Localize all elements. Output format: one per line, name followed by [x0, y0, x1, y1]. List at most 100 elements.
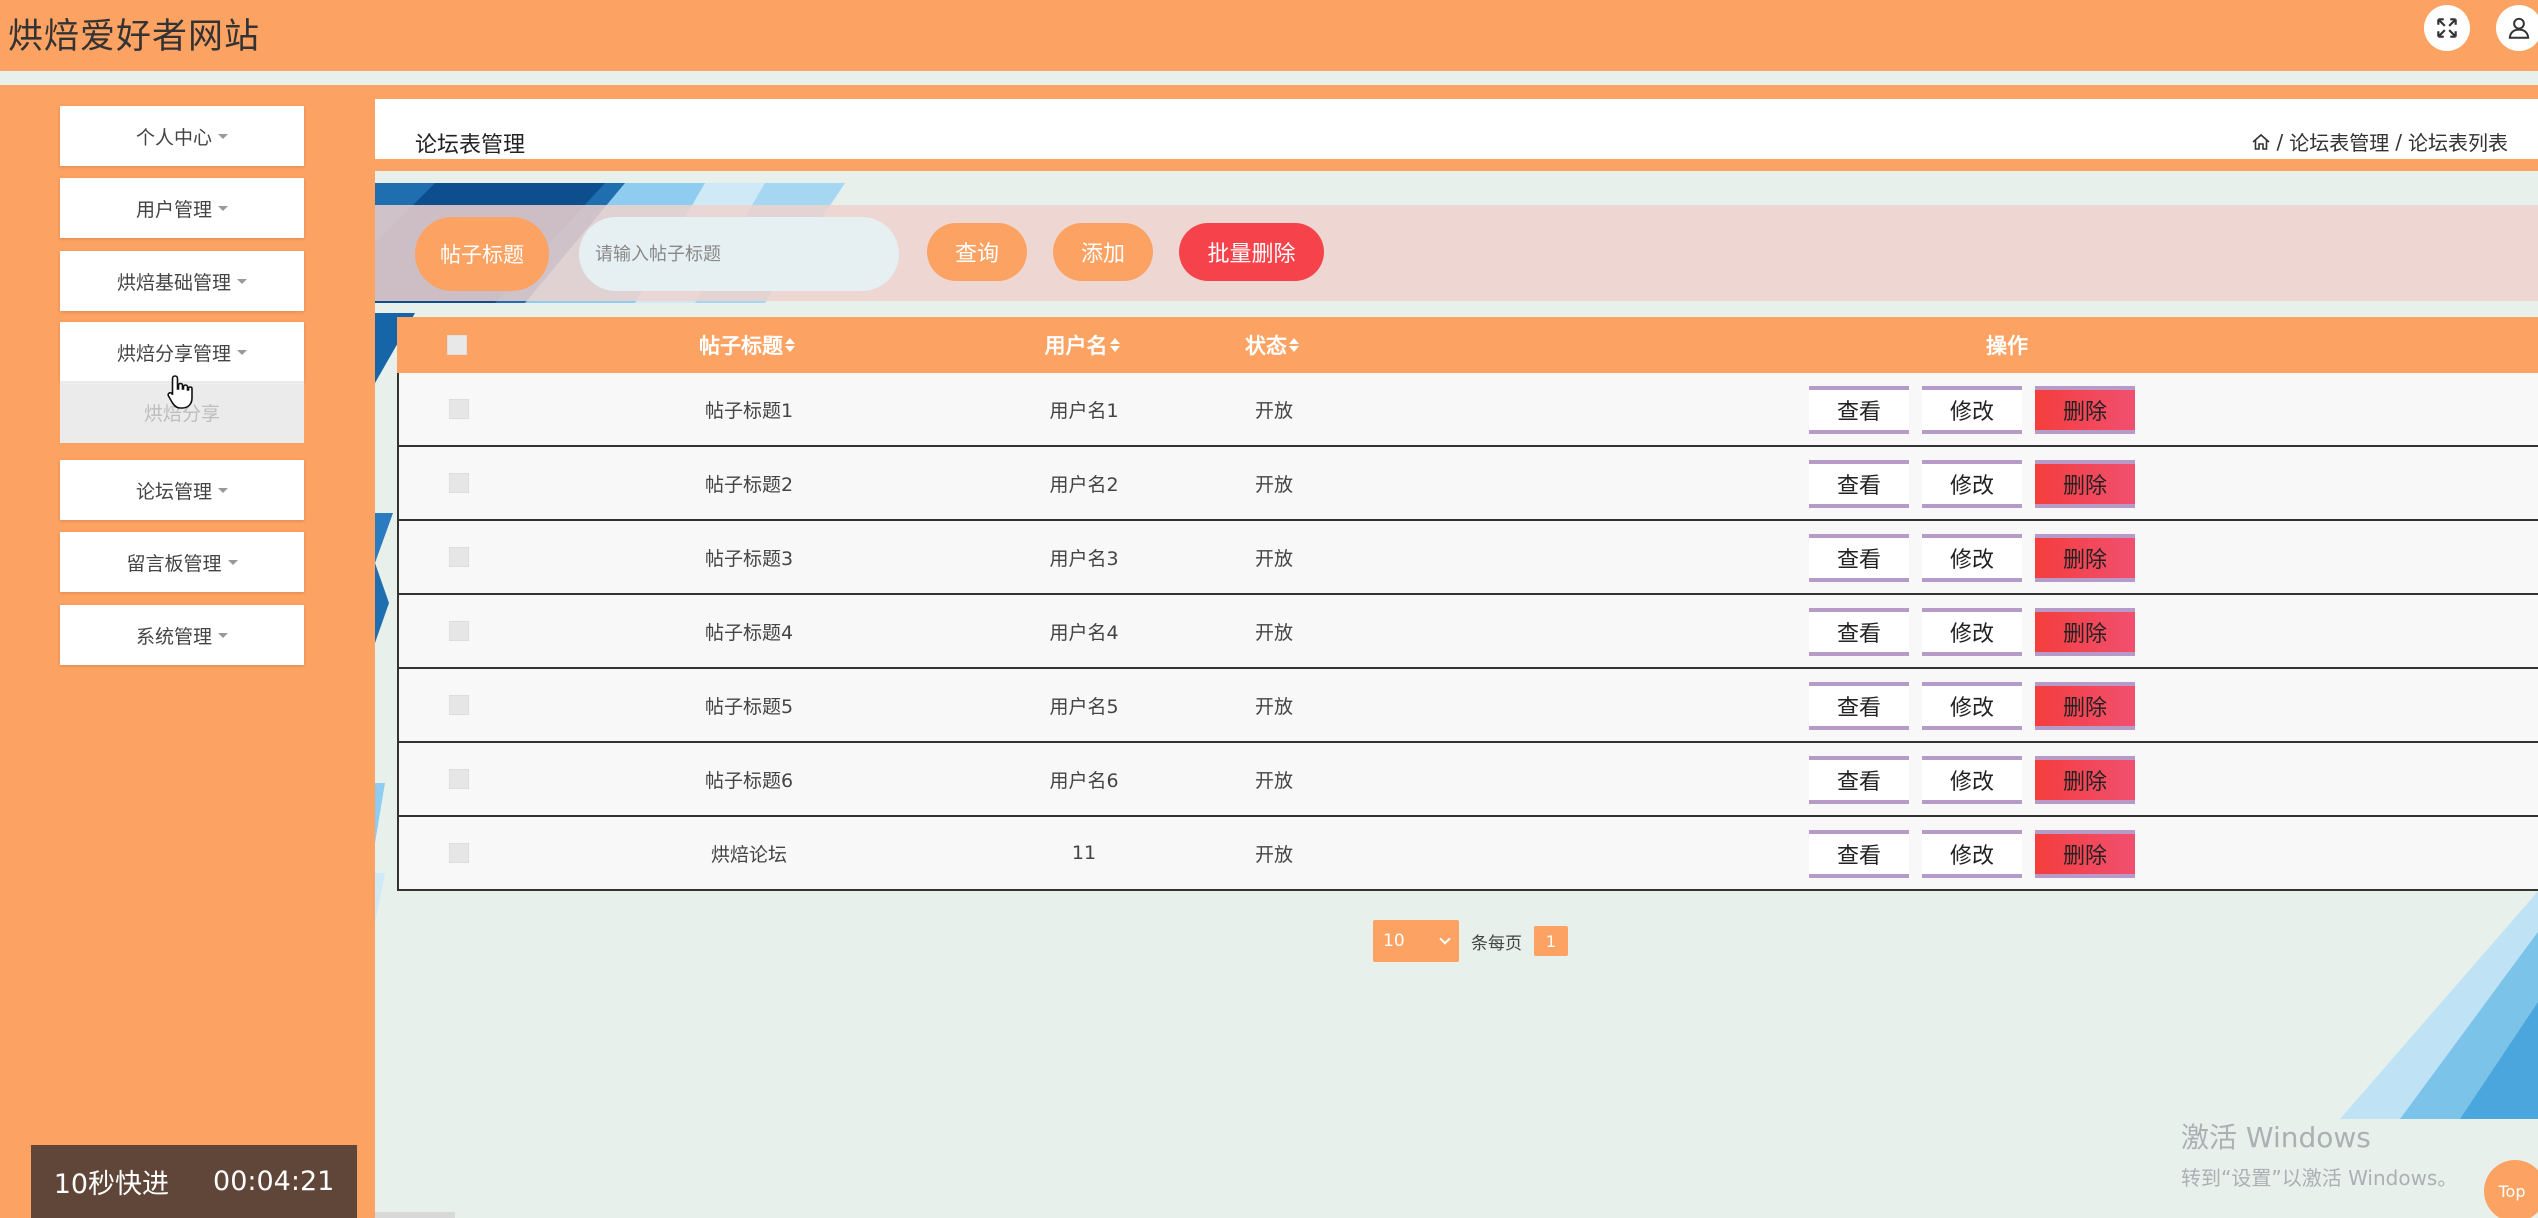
user-button[interactable] — [2496, 5, 2538, 51]
site-title: 烘焙爱好者网站 — [8, 17, 261, 57]
cell-status: 开放 — [1254, 769, 1293, 792]
hand-cursor-icon — [167, 375, 193, 409]
table-row: 帖子标题5 用户名5 开放 查看 修改 删除 — [397, 669, 2538, 743]
per-page-label: 条每页 — [1471, 933, 1522, 954]
chevron-down-icon — [1439, 933, 1451, 945]
delete-button[interactable]: 删除 — [2035, 682, 2135, 730]
caret-down-icon — [218, 632, 228, 638]
sidebar-item-forum-management[interactable]: 论坛管理 — [60, 460, 304, 520]
edit-button[interactable]: 修改 — [1922, 608, 2022, 656]
view-button[interactable]: 查看 — [1809, 830, 1909, 878]
row-checkbox[interactable] — [449, 399, 469, 419]
delete-button[interactable]: 删除 — [2035, 756, 2135, 804]
cell-username: 用户名1 — [1049, 399, 1119, 422]
post-title-search-input[interactable] — [579, 217, 899, 291]
video-timer-overlay: 10秒快进 00:04:21 — [31, 1145, 357, 1218]
breadcrumb-separator: / — [2276, 129, 2284, 154]
page-size-select[interactable]: 10 — [1373, 920, 1459, 962]
page-number-button[interactable]: 1 — [1534, 926, 1568, 956]
cell-post-title: 帖子标题5 — [704, 695, 794, 718]
breadcrumb-item-forum-management[interactable]: 论坛表管理 — [2289, 127, 2389, 156]
row-checkbox[interactable] — [449, 843, 469, 863]
row-checkbox[interactable] — [449, 547, 469, 567]
cell-post-title: 帖子标题6 — [704, 769, 794, 792]
view-button[interactable]: 查看 — [1809, 608, 1909, 656]
sidebar-item-label: 个人中心 — [135, 126, 212, 149]
breadcrumb: / 论坛表管理 / 论坛表列表 — [2251, 127, 2508, 156]
view-button[interactable]: 查看 — [1809, 534, 1909, 582]
view-button[interactable]: 查看 — [1809, 756, 1909, 804]
windows-activation-watermark: 激活 Windows 转到“设置”以激活 Windows。 — [2181, 1116, 2457, 1191]
caret-down-icon — [218, 133, 228, 139]
caret-down-icon — [218, 487, 228, 493]
sidebar-item-message-board[interactable]: 留言板管理 — [60, 532, 304, 592]
query-button[interactable]: 查询 — [927, 223, 1027, 281]
user-icon — [2508, 17, 2530, 39]
breadcrumb-item-forum-list: 论坛表列表 — [2408, 131, 2508, 155]
cell-status: 开放 — [1254, 473, 1293, 496]
horizontal-scrollbar[interactable] — [375, 1212, 455, 1218]
caret-down-icon — [227, 559, 238, 565]
column-header-username[interactable]: 用户名 — [982, 317, 1182, 373]
home-icon[interactable] — [2251, 132, 2271, 152]
cell-status: 开放 — [1254, 843, 1293, 866]
column-header-title[interactable]: 帖子标题 — [647, 317, 847, 373]
cell-post-title: 帖子标题1 — [704, 399, 794, 422]
cell-post-title: 帖子标题3 — [704, 547, 794, 570]
cell-username: 用户名4 — [1049, 621, 1119, 644]
row-checkbox[interactable] — [449, 473, 469, 493]
table-row: 帖子标题6 用户名6 开放 查看 修改 删除 — [397, 743, 2538, 817]
sidebar-item-baking-share[interactable]: 烘焙分享管理 — [60, 322, 304, 382]
caret-down-icon — [237, 278, 247, 284]
sidebar-item-label: 留言板管理 — [126, 552, 222, 575]
cell-username: 用户名3 — [1049, 547, 1119, 570]
search-field-label: 帖子标题 — [415, 217, 549, 291]
edit-button[interactable]: 修改 — [1922, 534, 2022, 582]
edit-button[interactable]: 修改 — [1922, 460, 2022, 508]
delete-button[interactable]: 删除 — [2035, 830, 2135, 878]
column-header-status[interactable]: 状态 — [1212, 317, 1332, 373]
sidebar-item-user-management[interactable]: 用户管理 — [60, 178, 304, 238]
elapsed-time: 00:04:21 — [213, 1166, 335, 1197]
cell-username: 用户名6 — [1049, 769, 1119, 792]
cell-username: 11 — [1071, 842, 1097, 864]
cell-status: 开放 — [1254, 695, 1293, 718]
delete-button[interactable]: 删除 — [2035, 460, 2135, 508]
row-checkbox[interactable] — [449, 621, 469, 641]
edit-button[interactable]: 修改 — [1922, 830, 2022, 878]
cell-post-title: 帖子标题2 — [704, 473, 794, 496]
delete-button[interactable]: 删除 — [2035, 534, 2135, 582]
sidebar-item-label: 烘焙基础管理 — [116, 271, 231, 294]
caret-down-icon — [218, 205, 228, 211]
fast-forward-label[interactable]: 10秒快进 — [54, 1162, 169, 1201]
delete-button[interactable]: 删除 — [2035, 608, 2135, 656]
breadcrumb-separator: / — [2395, 129, 2402, 154]
table-header-row: 帖子标题 用户名 状态 操作 — [397, 317, 2538, 373]
select-all-checkbox[interactable] — [447, 335, 467, 355]
decorative-corner-stripes — [2340, 891, 2538, 1119]
header-divider — [0, 71, 2538, 85]
table-row: 帖子标题3 用户名3 开放 查看 修改 删除 — [397, 521, 2538, 595]
cell-post-title: 帖子标题4 — [704, 621, 794, 644]
sidebar-item-system-management[interactable]: 系统管理 — [60, 605, 304, 665]
add-button[interactable]: 添加 — [1053, 223, 1153, 281]
batch-delete-button[interactable]: 批量删除 — [1179, 223, 1324, 281]
sidebar-item-personal-center[interactable]: 个人中心 — [60, 106, 304, 166]
fullscreen-button[interactable] — [2424, 5, 2470, 51]
edit-button[interactable]: 修改 — [1922, 756, 2022, 804]
page-title: 论坛表管理 — [415, 133, 526, 158]
main-content: 论坛表管理 / 论坛表管理 / 论坛表列表 帖子标题 查询 添加 — [375, 99, 2538, 1218]
delete-button[interactable]: 删除 — [2035, 386, 2135, 434]
view-button[interactable]: 查看 — [1809, 460, 1909, 508]
row-checkbox[interactable] — [449, 695, 469, 715]
view-button[interactable]: 查看 — [1809, 386, 1909, 434]
sidebar-item-baking-basics[interactable]: 烘焙基础管理 — [60, 251, 304, 311]
edit-button[interactable]: 修改 — [1922, 682, 2022, 730]
row-checkbox[interactable] — [449, 769, 469, 789]
cell-post-title: 烘焙论坛 — [710, 843, 787, 866]
table-row: 帖子标题1 用户名1 开放 查看 修改 删除 — [397, 373, 2538, 447]
back-to-top-button[interactable]: Top — [2484, 1160, 2538, 1218]
edit-button[interactable]: 修改 — [1922, 386, 2022, 434]
cell-status: 开放 — [1254, 399, 1293, 422]
view-button[interactable]: 查看 — [1809, 682, 1909, 730]
